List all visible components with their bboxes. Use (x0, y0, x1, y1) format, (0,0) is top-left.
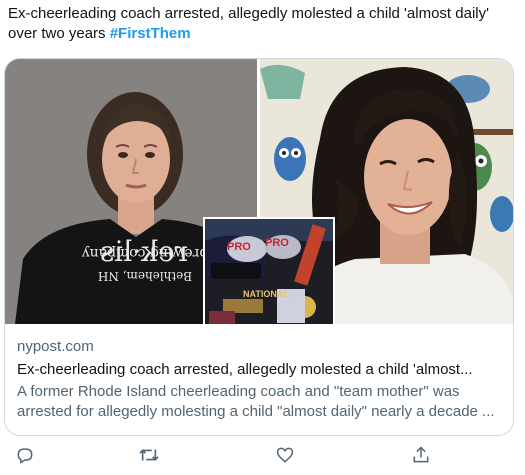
card-domain: nypost.com (17, 338, 94, 355)
like-icon (276, 447, 294, 463)
tweet-actions (0, 440, 525, 470)
tweet-body: Ex-cheerleading coach arrested, allegedl… (8, 5, 489, 42)
inset-text-3: NATIONAL (243, 289, 289, 299)
tweet-text: Ex-cheerleading coach arrested, allegedl… (8, 4, 518, 44)
retweet-icon (139, 449, 159, 461)
share-icon (413, 446, 429, 463)
card-description: A former Rhode Island cheerleading coach… (17, 383, 495, 420)
card-media[interactable]: Bethlehem, NH brewing company rek·lis PR… (5, 59, 513, 324)
retweet-button[interactable] (136, 442, 162, 468)
inset-cheer-photo: PRO PRO NATIONAL (203, 217, 335, 324)
reply-icon (17, 448, 33, 464)
inset-text-2: PRO (265, 237, 289, 249)
card-meta[interactable]: nypost.com Ex-cheerleading coach arreste… (17, 337, 503, 422)
like-button[interactable] (272, 442, 298, 468)
share-button[interactable] (408, 442, 434, 468)
reply-button[interactable] (12, 442, 38, 468)
hashtag-link[interactable]: #FirstThem (110, 25, 191, 42)
link-preview-card[interactable]: Bethlehem, NH brewing company rek·lis PR… (4, 58, 514, 436)
inset-text-1: PRO (227, 241, 251, 253)
card-title: Ex-cheerleading coach arrested, allegedl… (17, 361, 473, 378)
